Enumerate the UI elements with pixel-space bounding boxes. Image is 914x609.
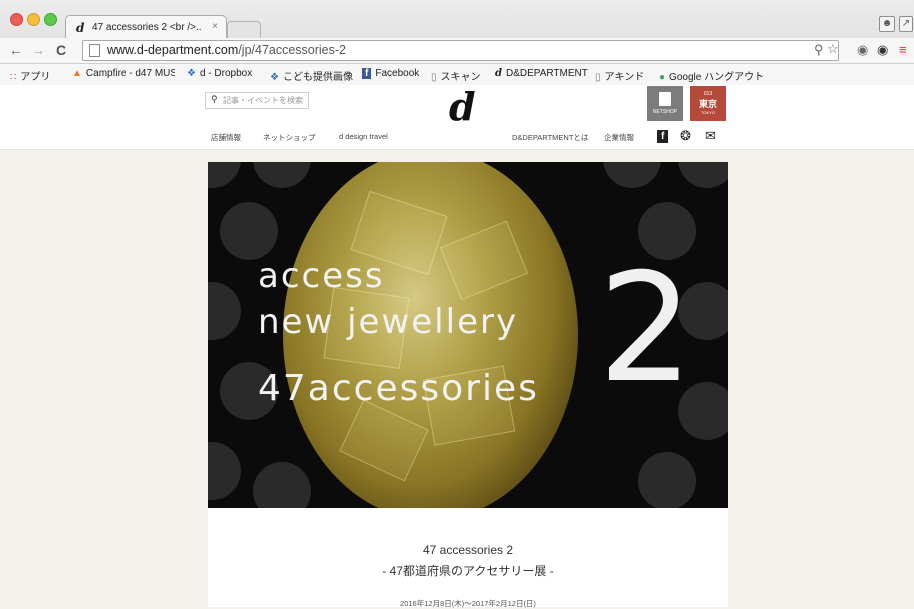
bookmark-apps[interactable]: ∷ アプリ	[10, 68, 50, 83]
camera-icon[interactable]: ◉	[857, 42, 868, 58]
dropbox-icon: ❖	[187, 68, 196, 79]
bookmark-scan[interactable]: ▯ スキャン	[431, 68, 481, 83]
hero-number-two: 2	[598, 242, 694, 416]
address-bar[interactable]: www.d-department.com/jp/47accessories-2 …	[82, 40, 839, 61]
bookmark-facebook[interactable]: f Facebook	[362, 68, 419, 79]
nav-netshop[interactable]: ネットショップ	[263, 132, 316, 143]
pattern-dot	[208, 162, 241, 188]
site-header: ⚲ 記事・イベントを検索 d NETSHOP 013 東京 TOKYO 店舗情報…	[0, 85, 914, 150]
bookmark-dd[interactable]: d D&DEPARTMENT	[495, 68, 588, 79]
bookmark-dropbox[interactable]: ❖ d - Dropbox	[187, 68, 252, 79]
tab-bar: d 47 accessories 2 <br />... × ☻ ↗	[0, 0, 914, 39]
bookmark-akind[interactable]: ▯ アキンド	[595, 68, 644, 83]
bookmark-star-icon[interactable]: ☆	[827, 41, 839, 57]
url-path: /jp/47accessories-2	[238, 43, 347, 57]
bookmark-kodomo[interactable]: ❖ こども提供画像	[270, 68, 353, 83]
facebook-icon: f	[362, 68, 372, 79]
browser-toolbar: ← → C www.d-department.com/jp/47accessor…	[0, 38, 914, 63]
netshop-button[interactable]: NETSHOP	[647, 86, 683, 121]
profile-icon[interactable]: ☻	[879, 16, 895, 32]
bookmarks-bar: ∷ アプリ ▲ Campfire - d47 MUS ❖ d - Dropbox ❖ こ…	[0, 63, 914, 85]
hangouts-icon: ●	[659, 72, 666, 83]
bookmark-label: アプリ	[20, 72, 51, 83]
bookmark-label: Campfire - d47 MUS	[85, 68, 175, 79]
forward-icon[interactable]: →	[31, 42, 45, 58]
campfire-icon: ▲	[72, 68, 82, 79]
bookmark-label: D&DEPARTMENT	[506, 68, 588, 79]
browser-chrome: d 47 accessories 2 <br />... × ☻ ↗ ← → C…	[0, 0, 914, 86]
zoom-window-button[interactable]	[44, 13, 57, 26]
page-icon: ▯	[595, 72, 601, 83]
event-subtitle: - 47都道府県のアクセサリー展 -	[382, 564, 554, 578]
site-favicon-icon: d	[76, 21, 85, 35]
pattern-dot	[253, 162, 311, 188]
bookmark-label: アキンド	[604, 72, 645, 83]
close-window-button[interactable]	[10, 13, 23, 26]
event-info: 47 accessories 2 - 47都道府県のアクセサリー展 - 2016…	[208, 508, 728, 608]
pattern-dot	[208, 442, 241, 500]
bookmark-hangouts[interactable]: ● Google ハングアウト	[659, 68, 764, 83]
hero-line-new-jewellery: new jewellery	[258, 302, 519, 342]
bookmark-campfire[interactable]: ▲ Campfire - d47 MUS	[72, 68, 175, 79]
tokyo-sub: TOKYO	[701, 110, 715, 115]
pattern-dot	[208, 282, 241, 340]
nav-design-travel[interactable]: d design travel	[339, 132, 388, 141]
site-search-input[interactable]: ⚲ 記事・イベントを検索	[205, 92, 309, 109]
browser-tab[interactable]: d 47 accessories 2 <br />... ×	[65, 15, 227, 39]
extension-icon[interactable]: ◉	[877, 42, 888, 58]
pattern-dot	[220, 202, 278, 260]
d-logo-icon: d	[495, 68, 502, 79]
nav-store-info[interactable]: 店舗情報	[211, 132, 241, 143]
pattern-dot	[253, 462, 311, 508]
pattern-dot	[638, 452, 696, 508]
site-logo[interactable]: d	[449, 88, 476, 126]
zoom-icon[interactable]: ⚲	[814, 42, 824, 58]
pattern-dot	[603, 162, 661, 188]
new-tab-button[interactable]	[227, 21, 261, 38]
bookmark-label: スキャン	[440, 72, 481, 83]
event-date: 2016年12月8日(木)〜2017年2月12日(日)	[400, 599, 536, 608]
tokyo-store-button[interactable]: 013 東京 TOKYO	[690, 86, 726, 121]
shopping-bag-icon	[659, 92, 671, 106]
address-url: www.d-department.com/jp/47accessories-2	[107, 43, 346, 57]
hero-line-access: access	[258, 256, 385, 296]
tab-title: 47 accessories 2 <br />...	[92, 22, 202, 33]
url-domain: www.d-department.com	[107, 43, 239, 57]
hero-banner: access new jewellery 47accessories 2	[208, 162, 728, 508]
nav-about[interactable]: D&DEPARTMENTとは	[512, 132, 588, 143]
bookmark-label: Google ハングアウト	[669, 72, 765, 83]
bookmark-label: Facebook	[375, 68, 420, 79]
facebook-icon[interactable]: f	[657, 130, 669, 143]
hero-line-47accessories: 47accessories	[258, 368, 539, 409]
bookmark-label: d - Dropbox	[199, 68, 253, 79]
event-title: 47 accessories 2	[422, 543, 514, 557]
minimize-window-button[interactable]	[27, 13, 40, 26]
apps-icon: ∷	[10, 72, 17, 83]
menu-icon[interactable]: ≡	[899, 42, 907, 57]
search-placeholder: 記事・イベントを検索	[223, 96, 303, 105]
fullscreen-icon[interactable]: ↗	[899, 16, 913, 32]
close-tab-icon[interactable]: ×	[212, 21, 218, 32]
netshop-label: NETSHOP	[652, 109, 678, 115]
nav-company[interactable]: 企業情報	[604, 132, 634, 143]
dropbox-icon: ❖	[270, 72, 279, 83]
twitter-icon[interactable]: ❂	[680, 128, 691, 144]
reload-icon[interactable]: C	[56, 42, 66, 58]
tokyo-label: 東京	[698, 99, 717, 109]
back-icon[interactable]: ←	[9, 42, 23, 58]
page-icon: ▯	[431, 72, 437, 83]
search-icon: ⚲	[211, 94, 218, 104]
bookmark-label: こども提供画像	[282, 72, 353, 83]
mail-icon[interactable]: ✉	[705, 128, 716, 144]
page-icon	[89, 44, 100, 57]
pattern-dot	[678, 162, 728, 188]
